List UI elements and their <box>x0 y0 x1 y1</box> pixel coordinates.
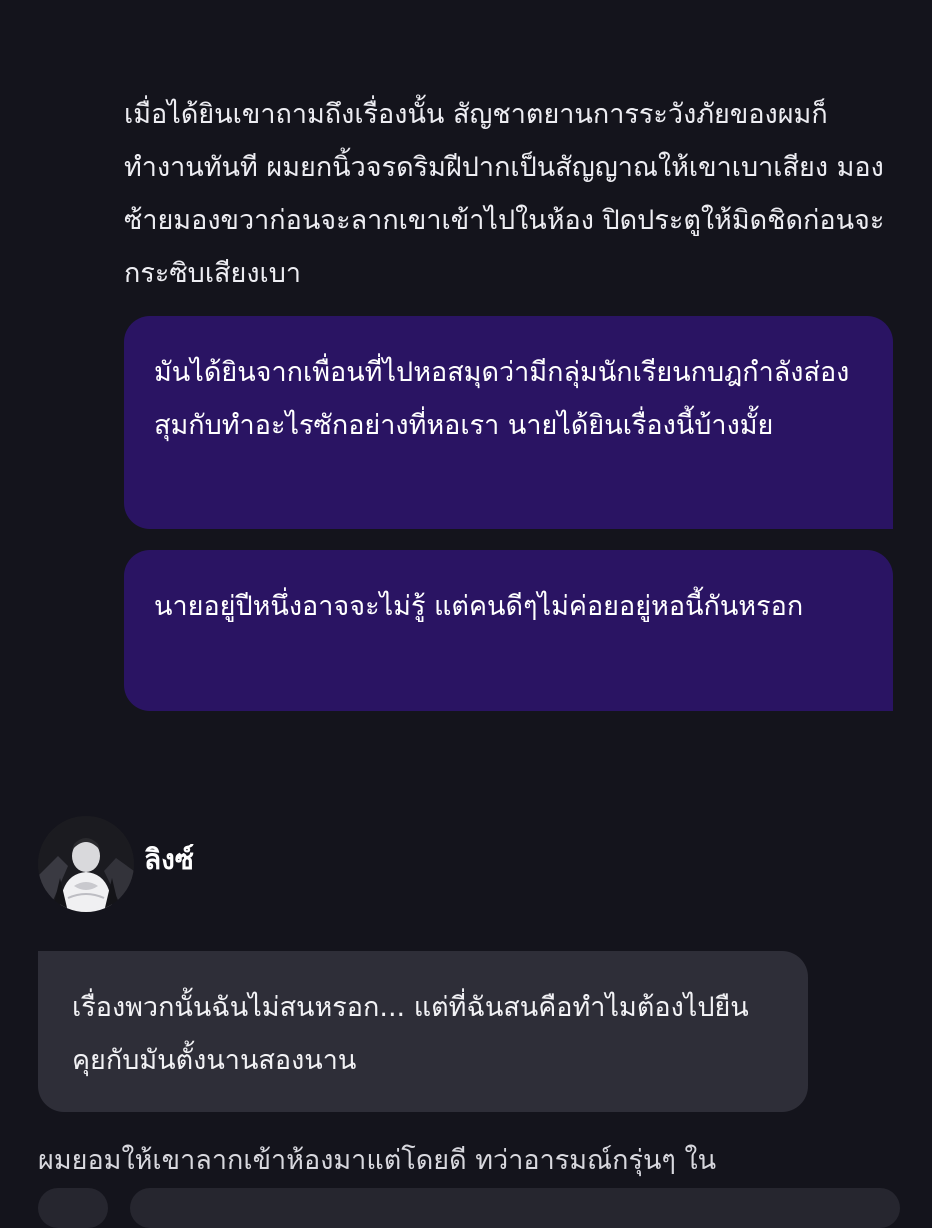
next-avatar-peek <box>38 1188 108 1228</box>
character-message-bubble[interactable]: เรื่องพวกนั้นฉันไม่สนหรอก... แต่ที่ฉันสน… <box>38 951 808 1112</box>
user-message-text: มันได้ยินจากเพื่อนที่ไปหอสมุดว่ามีกลุ่มน… <box>154 357 850 441</box>
character-message-text: เรื่องพวกนั้นฉันไม่สนหรอก... แต่ที่ฉันสน… <box>72 992 749 1076</box>
user-message-bubble[interactable]: มันได้ยินจากเพื่อนที่ไปหอสมุดว่ามีกลุ่มน… <box>124 316 893 529</box>
next-bubble-peek <box>130 1188 900 1228</box>
narration-text-bottom: ผมยอมให้เขาลากเข้าห้องมาแต่โดยดี ทว่าอาร… <box>38 1145 717 1176</box>
character-header: ลิงซ์ <box>38 816 194 912</box>
user-message-text: นายอยู่ปีหนึ่งอาจจะไม่รู้ แต่คนดีๆไม่ค่อ… <box>154 591 804 622</box>
narration-text-top: เมื่อได้ยินเขาถามถึงเรื่องนั้น สัญชาตยาน… <box>124 99 885 289</box>
character-avatar[interactable] <box>38 816 134 912</box>
user-message-bubble[interactable]: นายอยู่ปีหนึ่งอาจจะไม่รู้ แต่คนดีๆไม่ค่อ… <box>124 550 893 711</box>
character-name: ลิงซ์ <box>144 843 194 876</box>
